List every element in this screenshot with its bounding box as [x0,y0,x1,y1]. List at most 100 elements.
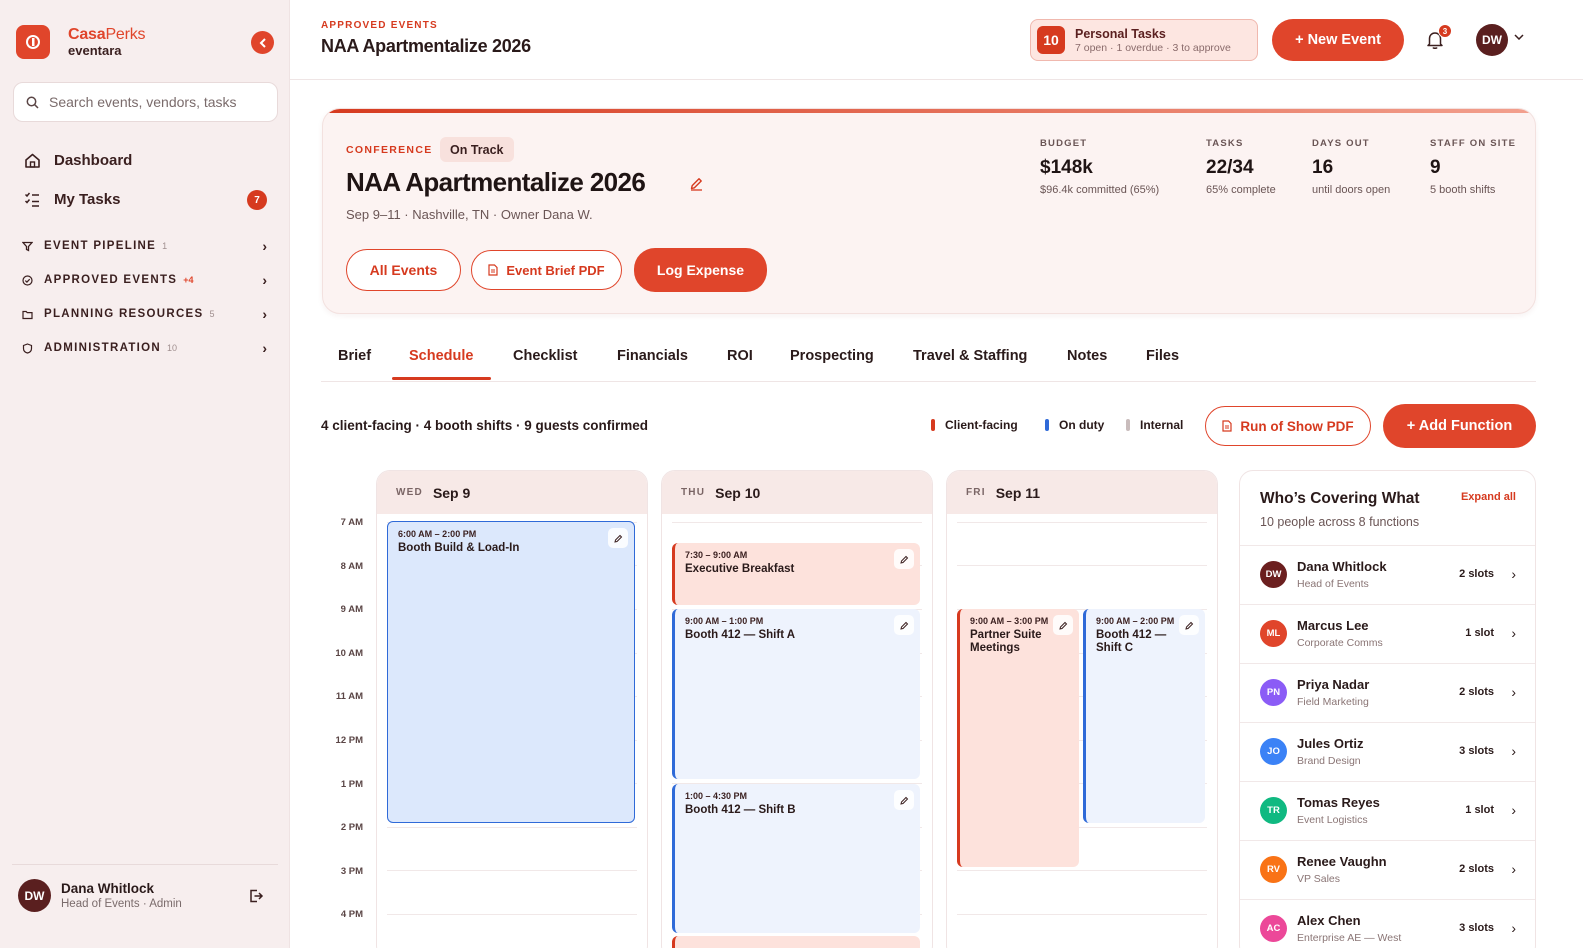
section-event-pipeline[interactable]: EVENT PIPELINE 1 › [22,238,272,254]
hour-line [957,914,1207,915]
section-count: +4 [183,275,194,285]
avatar[interactable]: DW [1476,24,1508,56]
section-label: APPROVED EVENTS [44,274,178,286]
stat-label: DAYS OUT [1312,138,1370,149]
chevron-right-icon: › [1511,625,1516,641]
nav-my-tasks[interactable]: My Tasks [22,189,120,209]
search-icon [26,96,39,109]
schedule-event[interactable]: 6:00 AM – 2:00 PM Booth Build & Load-In [387,521,635,823]
edit-pencil-icon[interactable] [689,176,704,196]
user-profile[interactable]: DW Dana Whitlock Head of Events · Admin [18,879,182,912]
chevron-right-icon: › [262,306,267,322]
event-meta: Sep 9–11 · Nashville, TN · Owner Dana W. [346,207,593,222]
tab-notes[interactable]: Notes [1067,348,1107,364]
coverage-row[interactable]: TR Tomas Reyes Event Logistics 1 slot › [1240,781,1535,840]
edit-pencil-icon[interactable] [894,615,914,635]
schedule-event[interactable]: 9:00 AM – 2:00 PM Booth 412 — Shift C [1083,609,1205,823]
edit-pencil-icon[interactable] [1053,615,1073,635]
hour-line [957,522,1207,523]
legend-label: On duty [1059,418,1105,432]
schedule-event[interactable]: 7:30 – 9:00 AM Executive Breakfast [672,543,920,605]
add-function-button[interactable]: + Add Function [1383,404,1536,448]
slot-count: 2 slots [1459,568,1494,580]
brand[interactable]: CasaPerks eventara [16,25,146,59]
coverage-row[interactable]: DW Dana Whitlock Head of Events 2 slots … [1240,545,1535,604]
tab-schedule[interactable]: Schedule [409,348,473,364]
time-label: 4 PM [340,909,363,920]
topbar: APPROVED EVENTS NAA Apartmentalize 2026 … [290,0,1583,80]
edit-pencil-icon[interactable] [894,549,914,569]
expand-all-link[interactable]: Expand all [1461,491,1516,503]
new-event-button[interactable]: + New Event [1272,19,1404,61]
personal-tasks-title: Personal Tasks [1075,26,1166,41]
section-count: 1 [162,241,168,251]
breadcrumb[interactable]: APPROVED EVENTS [321,20,438,31]
person-role: Enterprise AE — West [1297,932,1402,944]
schedule-event[interactable]: 1:00 – 4:30 PM Booth 412 — Shift B [672,784,920,933]
time-label: 1 PM [340,779,363,790]
event-title: Booth Build & Load-In [398,542,520,554]
section-label: ADMINISTRATION [44,342,162,354]
nav-dashboard[interactable]: Dashboard [22,150,132,170]
collapse-sidebar-button[interactable] [251,31,274,54]
event-time: 7:30 – 9:00 AM [685,550,748,560]
my-tasks-count-badge: 7 [247,190,267,210]
event-time: 9:00 AM – 1:00 PM [685,616,764,626]
stat-label: STAFF ON SITE [1430,138,1517,149]
tab-prospecting[interactable]: Prospecting [790,348,874,364]
tab-travel-staffing[interactable]: Travel & Staffing [913,348,1027,364]
legend-label: Internal [1140,418,1184,432]
section-label: PLANNING RESOURCES [44,308,204,320]
tab-brief[interactable]: Brief [338,348,371,364]
coverage-subtitle: 10 people across 8 functions [1260,515,1420,529]
personal-tasks-button[interactable]: 10 Personal Tasks 7 open · 1 overdue · 3… [1030,19,1258,61]
search-box[interactable] [13,82,278,122]
run-of-show-label: Run of Show PDF [1240,418,1354,434]
stat-sub: $96.4k committed (65%) [1040,184,1160,196]
section-count: 5 [209,309,215,319]
hour-line [387,914,637,915]
schedule-event[interactable]: 9:00 AM – 1:00 PM Booth 412 — Shift A [672,609,920,779]
coverage-row[interactable]: PN Priya Nadar Field Marketing 2 slots › [1240,663,1535,722]
chevron-left-icon [259,37,266,48]
time-label: 9 AM [340,604,363,615]
person-role: Corporate Comms [1297,637,1383,649]
run-of-show-pdf-button[interactable]: Run of Show PDF [1205,406,1371,446]
tab-roi[interactable]: ROI [727,348,753,364]
avatar: DW [18,879,51,912]
chevron-right-icon: › [1511,743,1516,759]
search-input[interactable] [49,94,269,110]
coverage-row[interactable]: AC Alex Chen Enterprise AE — West 3 slot… [1240,899,1535,948]
section-approved-events[interactable]: APPROVED EVENTS +4 › [22,272,272,288]
edit-pencil-icon[interactable] [894,790,914,810]
coverage-row[interactable]: RV Renee Vaughn VP Sales 2 slots › [1240,840,1535,899]
schedule-event[interactable]: 9:00 AM – 3:00 PM Partner Suite Meetings [957,609,1079,867]
edit-pencil-icon[interactable] [608,528,628,548]
tab-checklist[interactable]: Checklist [513,348,577,364]
coverage-row[interactable]: JO Jules Ortiz Brand Design 3 slots › [1240,722,1535,781]
time-label: 12 PM [335,735,363,746]
chevron-right-icon: › [1511,566,1516,582]
event-brief-pdf-button[interactable]: Event Brief PDF [471,250,622,290]
edit-pencil-icon[interactable] [1179,615,1199,635]
stat-value: $148k [1040,157,1093,178]
chevron-right-icon: › [262,272,267,288]
section-planning-resources[interactable]: PLANNING RESOURCES 5 › [22,306,272,322]
logout-icon[interactable] [248,888,264,909]
section-administration[interactable]: ADMINISTRATION 10 › [22,340,272,356]
event-name: NAA Apartmentalize 2026 [346,167,646,197]
event-brief-pdf-label: Event Brief PDF [506,262,605,278]
schedule-event[interactable] [672,936,920,948]
all-events-button[interactable]: All Events [346,249,461,291]
legend-swatch [1045,419,1049,431]
chevron-right-icon: › [1511,920,1516,936]
tab-financials[interactable]: Financials [617,348,688,364]
chevron-down-icon[interactable] [1514,32,1524,43]
log-expense-button[interactable]: Log Expense [634,248,767,292]
slot-count: 2 slots [1459,863,1494,875]
coverage-panel: Who’s Covering What 10 people across 8 f… [1239,470,1536,948]
shield-icon [22,342,36,354]
tab-files[interactable]: Files [1146,348,1179,364]
coverage-row[interactable]: ML Marcus Lee Corporate Comms 1 slot › [1240,604,1535,663]
section-label: EVENT PIPELINE [44,240,157,252]
